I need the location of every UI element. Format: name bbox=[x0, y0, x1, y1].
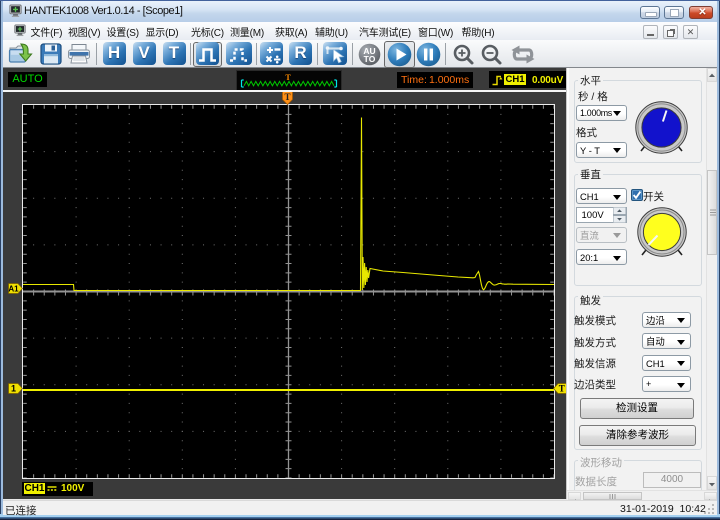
svg-text:TO: TO bbox=[363, 54, 375, 64]
svg-text:T: T bbox=[285, 73, 291, 82]
svg-text:1: 1 bbox=[11, 384, 16, 394]
svg-text:T: T bbox=[559, 384, 565, 394]
svg-text:A1: A1 bbox=[8, 284, 19, 293]
svg-text:T: T bbox=[284, 92, 290, 102]
